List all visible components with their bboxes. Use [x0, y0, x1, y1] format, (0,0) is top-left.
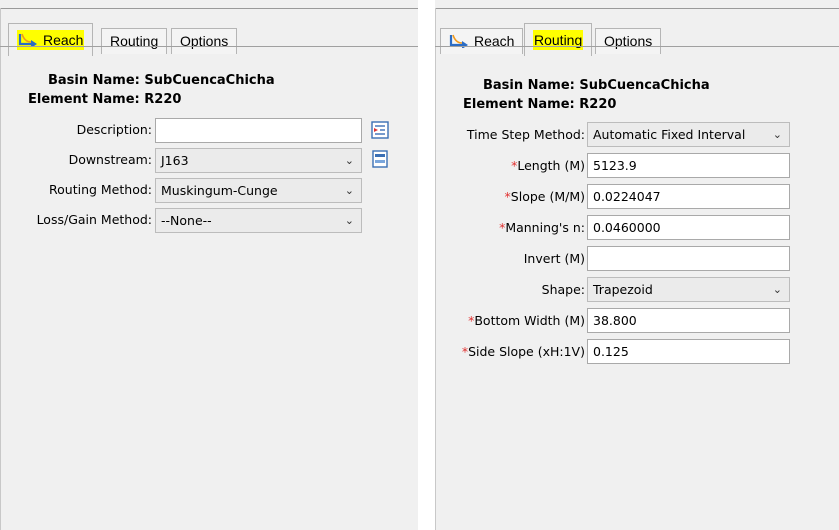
- basin-name-row: Basin Name: SubCuencaChicha: [48, 73, 275, 88]
- basin-name-row: Basin Name: SubCuencaChicha: [483, 78, 710, 93]
- downstream-label: Downstream:: [68, 152, 152, 167]
- downstream-selector-icon[interactable]: [371, 150, 389, 168]
- invert-field[interactable]: [587, 246, 790, 271]
- time-step-method-select[interactable]: Automatic Fixed Interval ⌄: [587, 122, 790, 147]
- tab-reach[interactable]: Reach: [440, 28, 524, 54]
- tab-strip: Reach Routing Options: [435, 9, 839, 56]
- tab-options[interactable]: Options: [171, 28, 238, 54]
- panel-border: [0, 8, 1, 530]
- basin-name-value: SubCuencaChicha: [144, 73, 275, 88]
- basin-name-label: Basin Name:: [48, 73, 140, 88]
- loss-gain-method-select[interactable]: --None-- ⌄: [155, 208, 362, 233]
- length-label-row: *Length (M): [511, 158, 585, 173]
- mannings-n-label-row: *Manning's n:: [499, 220, 585, 235]
- chevron-down-icon: ⌄: [772, 283, 782, 296]
- element-name-row: Element Name: R220: [28, 92, 181, 107]
- routing-method-label: Routing Method:: [49, 182, 152, 197]
- tab-strip: Reach Routing Options: [0, 9, 418, 56]
- basin-name-value: SubCuencaChicha: [579, 78, 710, 93]
- mannings-n-label: Manning's n:: [505, 220, 585, 235]
- shape-value: Trapezoid: [593, 282, 653, 297]
- bottom-width-label: Bottom Width (M): [474, 313, 585, 328]
- downstream-select[interactable]: J163 ⌄: [155, 148, 362, 173]
- element-name-label: Element Name:: [463, 97, 575, 112]
- tab-reach[interactable]: Reach: [8, 23, 94, 56]
- chevron-down-icon: ⌄: [344, 184, 354, 197]
- description-editor-icon[interactable]: [371, 121, 389, 139]
- element-name-label: Element Name:: [28, 92, 140, 107]
- side-slope-field[interactable]: 0.125: [587, 339, 790, 364]
- mannings-n-field[interactable]: 0.0460000: [587, 215, 790, 240]
- tab-options[interactable]: Options: [595, 28, 662, 54]
- slope-field[interactable]: 0.0224047: [587, 184, 790, 209]
- bottom-width-field[interactable]: 38.800: [587, 308, 790, 333]
- loss-gain-method-value: --None--: [161, 213, 212, 228]
- tab-divider: [435, 46, 839, 47]
- chevron-down-icon: ⌄: [772, 128, 782, 141]
- panel-separator: [418, 0, 435, 530]
- chevron-down-icon: ⌄: [344, 214, 354, 227]
- length-label: Length (M): [517, 158, 585, 173]
- panel-border: [435, 8, 436, 530]
- routing-method-value: Muskingum-Cunge: [161, 183, 278, 198]
- tab-routing-label: Routing: [533, 30, 584, 50]
- tab-routing[interactable]: Routing: [101, 28, 168, 54]
- tab-highlight: Reach: [17, 30, 85, 50]
- shape-label: Shape:: [541, 282, 585, 297]
- description-label: Description:: [76, 122, 152, 137]
- routing-method-select[interactable]: Muskingum-Cunge ⌄: [155, 178, 362, 203]
- chevron-down-icon: ⌄: [344, 154, 354, 167]
- bottom-width-label-row: *Bottom Width (M): [468, 313, 585, 328]
- slope-label-row: *Slope (M/M): [505, 189, 585, 204]
- time-step-method-value: Automatic Fixed Interval: [593, 127, 746, 142]
- basin-name-label: Basin Name:: [483, 78, 575, 93]
- element-name-row: Element Name: R220: [463, 97, 616, 112]
- right-routing-panel: Reach Routing Options Basin Name: SubCue…: [435, 0, 839, 530]
- length-field[interactable]: 5123.9: [587, 153, 790, 178]
- loss-gain-method-label: Loss/Gain Method:: [36, 212, 152, 227]
- shape-select[interactable]: Trapezoid ⌄: [587, 277, 790, 302]
- time-step-method-label: Time Step Method:: [466, 127, 585, 142]
- element-name-value: R220: [579, 97, 617, 112]
- tab-routing[interactable]: Routing: [524, 23, 593, 56]
- element-name-value: R220: [144, 92, 182, 107]
- invert-label: Invert (M): [523, 251, 585, 266]
- description-field[interactable]: [155, 118, 362, 143]
- tab-divider: [0, 46, 418, 47]
- slope-label: Slope (M/M): [510, 189, 585, 204]
- reach-icon: [18, 33, 37, 47]
- downstream-value: J163: [161, 153, 189, 168]
- side-slope-label-row: *Side Slope (xH:1V): [462, 344, 585, 359]
- side-slope-label: Side Slope (xH:1V): [468, 344, 585, 359]
- left-reach-panel: Reach Routing Options Basin Name: SubCue…: [0, 0, 418, 530]
